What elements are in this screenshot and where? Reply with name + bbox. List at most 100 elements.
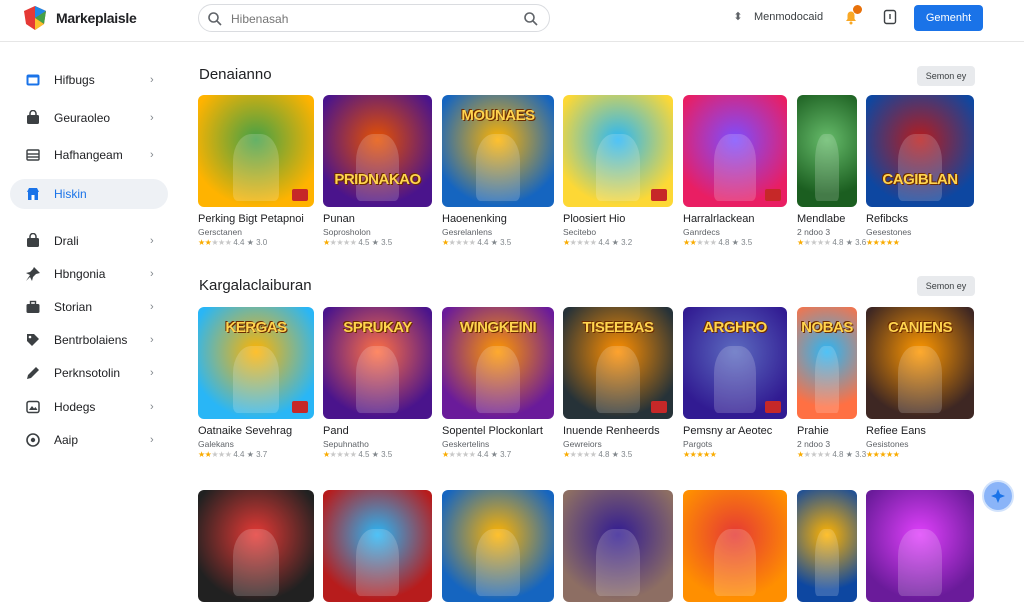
game-card[interactable]: Mendlabe 2 ndoo 3 ★★★★★ 4.8 ★ 3.6 xyxy=(797,95,866,247)
star-icon: ★ xyxy=(442,238,449,247)
character-figure xyxy=(596,346,640,414)
sidebar-item-3[interactable]: Hafhangeam › xyxy=(10,140,168,170)
game-title[interactable]: Perking Bigt Petapnoi xyxy=(198,213,314,225)
search-submit-icon[interactable] xyxy=(523,11,539,27)
game-card[interactable]: Perking Bigt Petapnoi Gersctanen ★★★★★ 4.4 … xyxy=(198,95,314,247)
sidebar-item-1[interactable]: Hifbugs › xyxy=(10,65,168,95)
sidebar-item-9[interactable]: Perknsotolin › xyxy=(10,358,168,388)
game-card[interactable]: CANIENS Refiee Eans Gesistones ★★★★★ xyxy=(866,307,974,459)
game-title[interactable]: Sopentel Plockonlart xyxy=(442,425,554,437)
promo-badge xyxy=(651,189,667,201)
game-title[interactable]: Pemsny ar Aeotec xyxy=(683,425,787,437)
game-title[interactable]: Refibcks xyxy=(866,213,974,225)
chevron-right-icon: › xyxy=(150,401,154,413)
game-title[interactable]: Harralrlackean xyxy=(683,213,787,225)
game-thumbnail[interactable]: WINGKEINI xyxy=(442,307,554,419)
sidebar-item-4[interactable]: Hiskin xyxy=(10,179,168,209)
game-thumbnail[interactable] xyxy=(563,490,673,602)
game-thumbnail[interactable] xyxy=(797,95,857,207)
search-bar[interactable] xyxy=(198,4,550,32)
game-thumbnail[interactable] xyxy=(563,95,673,207)
game-card[interactable] xyxy=(563,490,673,602)
search-input[interactable] xyxy=(231,9,511,29)
see-more-button[interactable]: Semon ey xyxy=(917,276,975,296)
game-thumbnail[interactable]: SPRUKAY xyxy=(323,307,432,419)
star-icon: ★ xyxy=(797,450,804,459)
sidebar-item-label: Hifbugs xyxy=(54,73,95,87)
game-thumbnail[interactable]: TISEEBAS xyxy=(563,307,673,419)
game-card[interactable] xyxy=(323,490,432,602)
game-title[interactable]: Punan xyxy=(323,213,432,225)
game-thumbnail[interactable] xyxy=(323,490,432,602)
game-thumbnail[interactable]: MOUNAES xyxy=(442,95,554,207)
star-icon: ★ xyxy=(817,238,824,247)
game-card[interactable] xyxy=(683,490,787,602)
game-card[interactable]: MOUNAES Haoenenking Gesrelanlens ★★★★★ 4.4 ★… xyxy=(442,95,554,247)
game-title[interactable]: Mendlabe xyxy=(797,213,857,225)
sidebar-item-8[interactable]: Bentrbolaiens › xyxy=(10,325,168,355)
game-title[interactable]: Refiee Eans xyxy=(866,425,974,437)
game-thumbnail[interactable] xyxy=(866,490,974,602)
game-card[interactable]: KERGAS Oatnaike Sevehrag Galekans ★★★★★ 4.4 … xyxy=(198,307,314,459)
game-card[interactable]: ARGHRO Pemsny ar Aeotec Pargots ★★★★★ xyxy=(683,307,787,459)
game-thumbnail[interactable]: NOBAS xyxy=(797,307,857,419)
game-title[interactable]: Pand xyxy=(323,425,432,437)
game-card[interactable]: TISEEBAS Inuende Renheerds Gewreiors ★★★★★ 4… xyxy=(563,307,673,459)
star-icon: ★ xyxy=(224,450,232,459)
chevron-right-icon: › xyxy=(150,268,154,280)
game-title[interactable]: Prahie xyxy=(797,425,857,437)
star-icon: ★ xyxy=(462,450,469,459)
tag-icon xyxy=(25,332,41,348)
game-card[interactable] xyxy=(866,490,974,602)
assistant-fab-button[interactable] xyxy=(982,480,1014,512)
marketplace-logo-icon[interactable] xyxy=(22,5,48,31)
sidebar-item-6[interactable]: Hbngonia › xyxy=(10,259,168,289)
game-card[interactable]: PRIDNAKAO Punan Soprosholon ★★★★★ 4.5 ★ 3.5 xyxy=(323,95,432,247)
sidebar-item-label: Perknsotolin xyxy=(54,366,121,380)
game-thumbnail[interactable] xyxy=(198,95,314,207)
notifications-button[interactable] xyxy=(842,5,862,26)
game-rating: ★★★★★ 4.5 ★ 3.5 xyxy=(323,450,432,459)
sidebar-item-7[interactable]: Storian › xyxy=(10,292,168,322)
star-icon: ★ xyxy=(709,238,717,247)
game-title[interactable]: Inuende Renheerds xyxy=(563,425,673,437)
rating-value: 4.4 ★ 3.2 xyxy=(598,238,633,247)
game-card[interactable]: Ploosiert Hio Secitebo ★★★★★ 4.4 ★ 3.2 xyxy=(563,95,673,247)
game-card[interactable]: NOBAS Prahie 2 ndoo 3 ★★★★★ 4.8 ★ 3.3 xyxy=(797,307,866,459)
game-card[interactable]: CAGIBLAN Refibcks Gesestones ★★★★★ xyxy=(866,95,974,247)
rating-stars: ★★★★★ xyxy=(683,450,717,459)
sign-in-button[interactable]: Gemenht xyxy=(914,5,983,31)
game-thumbnail[interactable] xyxy=(198,490,314,602)
game-thumbnail[interactable]: CANIENS xyxy=(866,307,974,419)
game-thumbnail[interactable]: KERGAS xyxy=(198,307,314,419)
game-thumbnail[interactable]: ARGHRO xyxy=(683,307,787,419)
game-thumbnail[interactable] xyxy=(797,490,857,602)
game-thumbnail[interactable] xyxy=(683,95,787,207)
game-thumbnail[interactable]: PRIDNAKAO xyxy=(323,95,432,207)
game-card[interactable] xyxy=(442,490,554,602)
game-developer: Geskertelins xyxy=(442,439,490,449)
device-icon[interactable] xyxy=(882,9,898,25)
star-icon: ★ xyxy=(589,238,597,247)
star-icon: ★ xyxy=(683,450,690,459)
sidebar-item-2[interactable]: Geuraoleo › xyxy=(10,103,168,133)
game-card[interactable] xyxy=(198,490,314,602)
game-card[interactable]: WINGKEINI Sopentel Plockonlart Geskertelin… xyxy=(442,307,554,459)
star-icon: ★ xyxy=(211,238,219,247)
chevron-right-icon: › xyxy=(150,112,154,124)
game-thumbnail[interactable] xyxy=(442,490,554,602)
game-title[interactable]: Haoenenking xyxy=(442,213,554,225)
game-thumbnail[interactable]: CAGIBLAN xyxy=(866,95,974,207)
game-title[interactable]: Ploosiert Hio xyxy=(563,213,673,225)
sidebar-item-5[interactable]: Drali › xyxy=(10,226,168,256)
game-title[interactable]: Oatnaike Sevehrag xyxy=(198,425,314,437)
account-switcher[interactable]: ⬍ Menmodocaid xyxy=(732,10,823,23)
see-more-button[interactable]: Semon ey xyxy=(917,66,975,86)
game-thumbnail[interactable] xyxy=(683,490,787,602)
sidebar-item-10[interactable]: Hodegs › xyxy=(10,392,168,422)
game-card[interactable] xyxy=(797,490,857,602)
sidebar-item-11[interactable]: Aaip › xyxy=(10,425,168,455)
game-developer: Gesistones xyxy=(866,439,909,449)
game-card[interactable]: Harralrlackean Ganrdecs ★★★★★ 4.8 ★ 3.5 xyxy=(683,95,787,247)
game-card[interactable]: SPRUKAY Pand Sepuhnatho ★★★★★ 4.5 ★ 3.5 xyxy=(323,307,432,459)
